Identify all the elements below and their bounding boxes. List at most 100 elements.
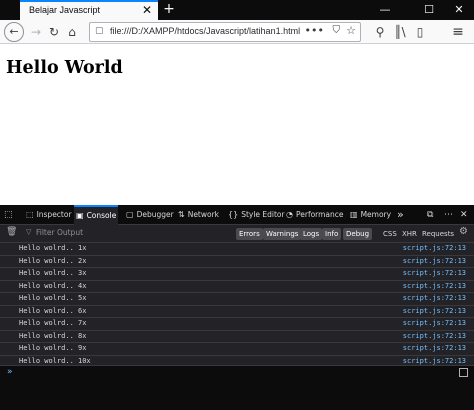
memory-icon: ▥ [350, 210, 358, 219]
log-source-link[interactable]: script.js:72:13 [403, 344, 466, 352]
log-message: Hello wolrd.. 3x [19, 269, 87, 277]
page-actions-icon[interactable]: ••• [305, 24, 324, 37]
tab-performance[interactable]: ◔ Performance [286, 205, 344, 225]
element-picker-icon[interactable]: ⬚ [4, 205, 13, 225]
log-source-link[interactable]: script.js:72:13 [403, 282, 466, 290]
tab-console[interactable]: ▣ Console [74, 205, 119, 225]
devtools-panel: ⬚ ⬚ Inspector ▣ Console ▢ Debugger ⇅ Network… [0, 205, 474, 410]
log-message: Hello wolrd.. 7x [19, 319, 87, 327]
close-tab-icon[interactable]: ✕ [142, 2, 152, 18]
page-content: Hello World [0, 45, 474, 205]
menu-icon[interactable]: ≡ [448, 22, 468, 42]
filter-css-button[interactable]: CSS [383, 228, 397, 240]
navigation-bar: ← → ↻ ⌂ ▢ file:///D:/XAMPP/htdocs/Javasc… [0, 20, 474, 44]
log-message: Hello wolrd.. 6x [19, 306, 87, 315]
log-row: Hello wolrd.. 7x script.js:72:13 [0, 318, 474, 331]
tab-title: Belajar Javascript [29, 5, 101, 15]
filter-output-input[interactable]: Filter Output [36, 228, 83, 237]
debugger-icon: ▢ [126, 210, 134, 219]
log-message: Hello wolrd.. 10x [19, 356, 91, 365]
log-row: Hello wolrd.. 4x script.js:72:13 [0, 281, 474, 293]
filter-logs-button[interactable]: Logs [300, 228, 323, 240]
tab-network[interactable]: ⇅ Network [178, 205, 219, 225]
console-output: Hello wolrd.. 1x script.js:72:13 Hello w… [0, 243, 474, 368]
close-window-button[interactable]: ✕ [444, 0, 474, 20]
page-icon: ▢ [95, 26, 104, 36]
log-source-link[interactable]: script.js:72:13 [403, 257, 466, 265]
tab-label: Debugger [136, 210, 174, 219]
filter-requests-button[interactable]: Requests [422, 228, 454, 240]
filter-info-button[interactable]: Info [322, 228, 342, 240]
tab-label: Memory [360, 210, 392, 219]
log-message: Hello wolrd.. 5x [19, 294, 87, 302]
tab-label: Performance [295, 210, 344, 219]
bookmark-star-icon[interactable]: ☆ [346, 24, 356, 37]
more-tools-chevron-icon[interactable]: » [397, 205, 404, 225]
tab-memory[interactable]: ▥ Memory [350, 205, 391, 225]
close-devtools-icon[interactable]: ✕ [460, 205, 468, 225]
tab-label: Style Editor [241, 210, 285, 219]
tab-label: Inspector [36, 210, 72, 219]
log-row: Hello wolrd.. 3x script.js:72:13 [0, 268, 474, 281]
devtools-toolbar: ⬚ ⬚ Inspector ▣ Console ▢ Debugger ⇅ Network… [0, 205, 474, 225]
log-row: Hello wolrd.. 9x script.js:72:13 [0, 343, 474, 356]
console-input-row: » [0, 365, 474, 410]
browser-tab[interactable]: Belajar Javascript ✕ [20, 0, 158, 20]
style-editor-icon: {} [228, 210, 239, 219]
back-icon[interactable]: ← [4, 22, 24, 42]
log-source-link[interactable]: script.js:72:13 [403, 319, 466, 327]
page-heading: Hello World [6, 58, 123, 78]
log-row: Hello wolrd.. 1x script.js:72:13 [0, 243, 474, 256]
url-text[interactable]: file:///D:/XAMPP/htdocs/Javascript/latih… [110, 26, 300, 36]
tab-label: Console [86, 211, 117, 220]
dock-icon[interactable]: ⧉ [427, 205, 433, 225]
network-icon: ⇅ [178, 210, 185, 219]
tab-debugger[interactable]: ▢ Debugger [126, 205, 174, 225]
log-message: Hello wolrd.. 1x [19, 244, 87, 252]
log-row: Hello wolrd.. 8x script.js:72:13 [0, 331, 474, 343]
tools-icon[interactable]: ⚲ [370, 22, 390, 42]
reload-icon[interactable]: ↻ [44, 22, 64, 42]
tab-style-editor[interactable]: {} Style Editor [228, 205, 285, 225]
console-input[interactable] [20, 368, 420, 380]
log-message: Hello wolrd.. 2x [19, 256, 87, 265]
minimize-button[interactable]: — [370, 0, 400, 20]
log-source-link[interactable]: script.js:72:13 [403, 357, 466, 365]
log-message: Hello wolrd.. 4x [19, 281, 87, 290]
log-row: Hello wolrd.. 2x script.js:72:13 [0, 256, 474, 268]
log-message: Hello wolrd.. 9x [19, 344, 87, 352]
new-tab-button[interactable]: + [162, 0, 176, 20]
tab-label: Network [187, 210, 220, 219]
log-source-link[interactable]: script.js:72:13 [403, 332, 466, 340]
log-source-link[interactable]: script.js:72:13 [403, 244, 466, 252]
home-icon[interactable]: ⌂ [62, 22, 82, 42]
split-console-icon[interactable] [459, 368, 468, 377]
console-settings-gear-icon[interactable]: ⚙ [459, 226, 468, 237]
log-source-link[interactable]: script.js:72:13 [403, 269, 466, 277]
library-icon[interactable]: ║\ [390, 22, 410, 42]
url-bar[interactable]: ▢ file:///D:/XAMPP/htdocs/Javascript/lat… [89, 22, 361, 42]
filter-icon: ▽ [26, 228, 32, 236]
prompt-chevron-icon: » [7, 367, 13, 377]
filter-debug-button[interactable]: Debug [343, 228, 373, 240]
tab-inspector[interactable]: ⬚ Inspector [26, 205, 72, 225]
console-filter-bar: 🗑 ▽ Filter Output Errors Warnings Logs I… [0, 225, 474, 243]
performance-icon: ◔ [286, 210, 293, 219]
console-icon: ▣ [76, 211, 84, 220]
inspector-icon: ⬚ [26, 210, 34, 219]
forward-icon[interactable]: → [26, 22, 46, 42]
pocket-icon[interactable]: ⛉ [333, 25, 341, 36]
filter-xhr-button[interactable]: XHR [402, 228, 417, 240]
log-row: Hello wolrd.. 5x script.js:72:13 [0, 293, 474, 306]
log-row: Hello wolrd.. 6x script.js:72:13 [0, 306, 474, 318]
filter-errors-button[interactable]: Errors [236, 228, 263, 240]
maximize-button[interactable]: ☐ [414, 0, 444, 20]
sidebar-icon[interactable]: ▯ [410, 22, 430, 42]
filter-warnings-button[interactable]: Warnings [263, 228, 302, 240]
log-source-link[interactable]: script.js:72:13 [403, 294, 466, 302]
log-source-link[interactable]: script.js:72:13 [403, 307, 466, 315]
title-bar: Belajar Javascript ✕ + — ☐ ✕ [0, 0, 474, 20]
more-options-icon[interactable]: ⋯ [444, 205, 453, 225]
clear-console-icon[interactable]: 🗑 [6, 227, 17, 237]
log-message: Hello wolrd.. 8x [19, 331, 87, 340]
